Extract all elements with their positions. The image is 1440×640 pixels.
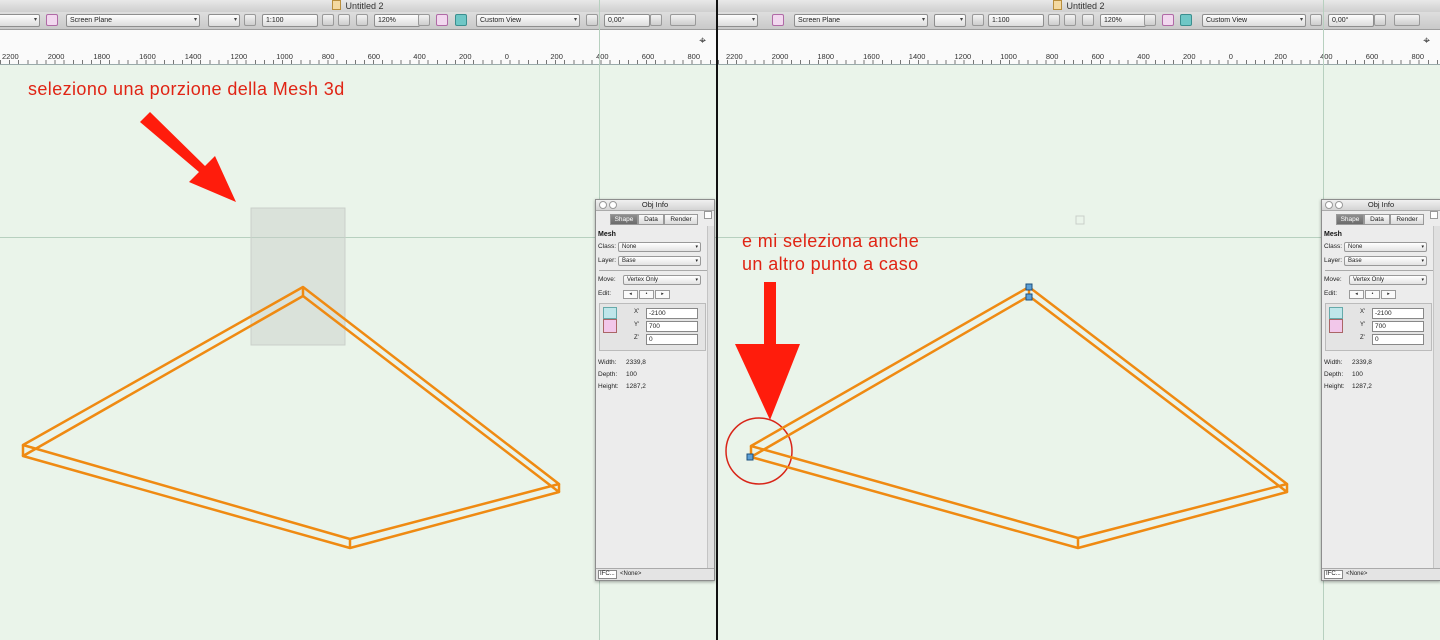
class-select[interactable]: None ▾ [618,242,701,252]
vertex-view-icon[interactable] [1329,307,1343,319]
arrow-pointer [140,112,236,202]
minimize-icon[interactable] [1335,201,1343,209]
vertex-coordinates: X' -2100 Y' 700 Z' 0 [599,303,706,351]
tab-data[interactable]: Data [638,214,664,225]
palette-scrollbar[interactable] [707,226,714,568]
palette-tabs: Shape Data Render [1322,211,1440,227]
mesh-3d[interactable] [749,285,1289,550]
width-readout: Width: 2339,8 [598,359,646,366]
minimize-icon[interactable] [609,201,617,209]
y-field[interactable]: 700 [646,321,698,332]
tab-render[interactable]: Render [664,214,698,225]
empty-marquee [1075,215,1085,225]
layer-select[interactable]: Base ▾ [1344,256,1427,266]
obj-info-palette: Obj Info Shape Data Render Mesh Class: No… [595,199,715,581]
palette-footer: IFC... <None> [1322,568,1440,580]
next-vertex-button[interactable]: ▸ [655,290,670,299]
add-vertex-button[interactable]: • [639,290,654,299]
next-vertex-button[interactable]: ▸ [1381,290,1396,299]
palette-footer: IFC... <None> [596,568,714,580]
close-icon[interactable] [599,201,607,209]
depth-readout: Depth: 100 [1324,371,1363,378]
prev-vertex-button[interactable]: ◂ [623,290,638,299]
depth-readout: Depth: 100 [598,371,637,378]
close-icon[interactable] [1325,201,1333,209]
prev-vertex-button[interactable]: ◂ [1349,290,1364,299]
vertex-handle[interactable] [746,453,754,461]
left-window: Untitled 2 ▾ Screen Plane ▾ ▾ 1:100 120% … [0,0,716,640]
move-select[interactable]: Vertex Only ▾ [623,275,701,285]
palette-scrollbar[interactable] [1433,226,1440,568]
tab-shape[interactable]: Shape [610,214,638,225]
move-select[interactable]: Vertex Only ▾ [1349,275,1427,285]
arrow-pointer [735,282,800,420]
x-field[interactable]: -2100 [646,308,698,319]
obj-info-palette: Obj Info Shape Data Render Mesh Class: No… [1321,199,1440,581]
z-field[interactable]: 0 [646,334,698,345]
tab-data[interactable]: Data [1364,214,1390,225]
tab-shape[interactable]: Shape [1336,214,1364,225]
ifc-button[interactable]: IFC... [1324,570,1343,579]
z-field[interactable]: 0 [1372,334,1424,345]
object-type-label: Mesh [598,231,616,238]
palette-title-bar[interactable]: Obj Info [1322,200,1440,211]
x-field[interactable]: -2100 [1372,308,1424,319]
width-readout: Width: 2339,8 [1324,359,1372,366]
palette-menu-icon[interactable] [1430,211,1438,219]
vertex-plane-icon[interactable] [603,319,617,333]
palette-menu-icon[interactable] [704,211,712,219]
height-readout: Height: 1287,2 [598,383,646,390]
vertex-view-icon[interactable] [603,307,617,319]
right-window: Untitled 2 ▾ Screen Plane ▾ ▾ 1:100 120% … [718,0,1440,640]
class-select[interactable]: None ▾ [1344,242,1427,252]
vertex-handle[interactable] [1025,293,1033,301]
object-type-label: Mesh [1324,231,1342,238]
ifc-button[interactable]: IFC... [598,570,617,579]
palette-title-bar[interactable]: Obj Info [596,200,714,211]
vertex-coordinates: X' -2100 Y' 700 Z' 0 [1325,303,1432,351]
tab-render[interactable]: Render [1390,214,1424,225]
layer-select[interactable]: Base ▾ [618,256,701,266]
vertex-plane-icon[interactable] [1329,319,1343,333]
palette-tabs: Shape Data Render [596,211,714,227]
y-field[interactable]: 700 [1372,321,1424,332]
vertex-handle[interactable] [1025,283,1033,291]
add-vertex-button[interactable]: • [1365,290,1380,299]
selection-marquee [250,207,346,346]
height-readout: Height: 1287,2 [1324,383,1372,390]
